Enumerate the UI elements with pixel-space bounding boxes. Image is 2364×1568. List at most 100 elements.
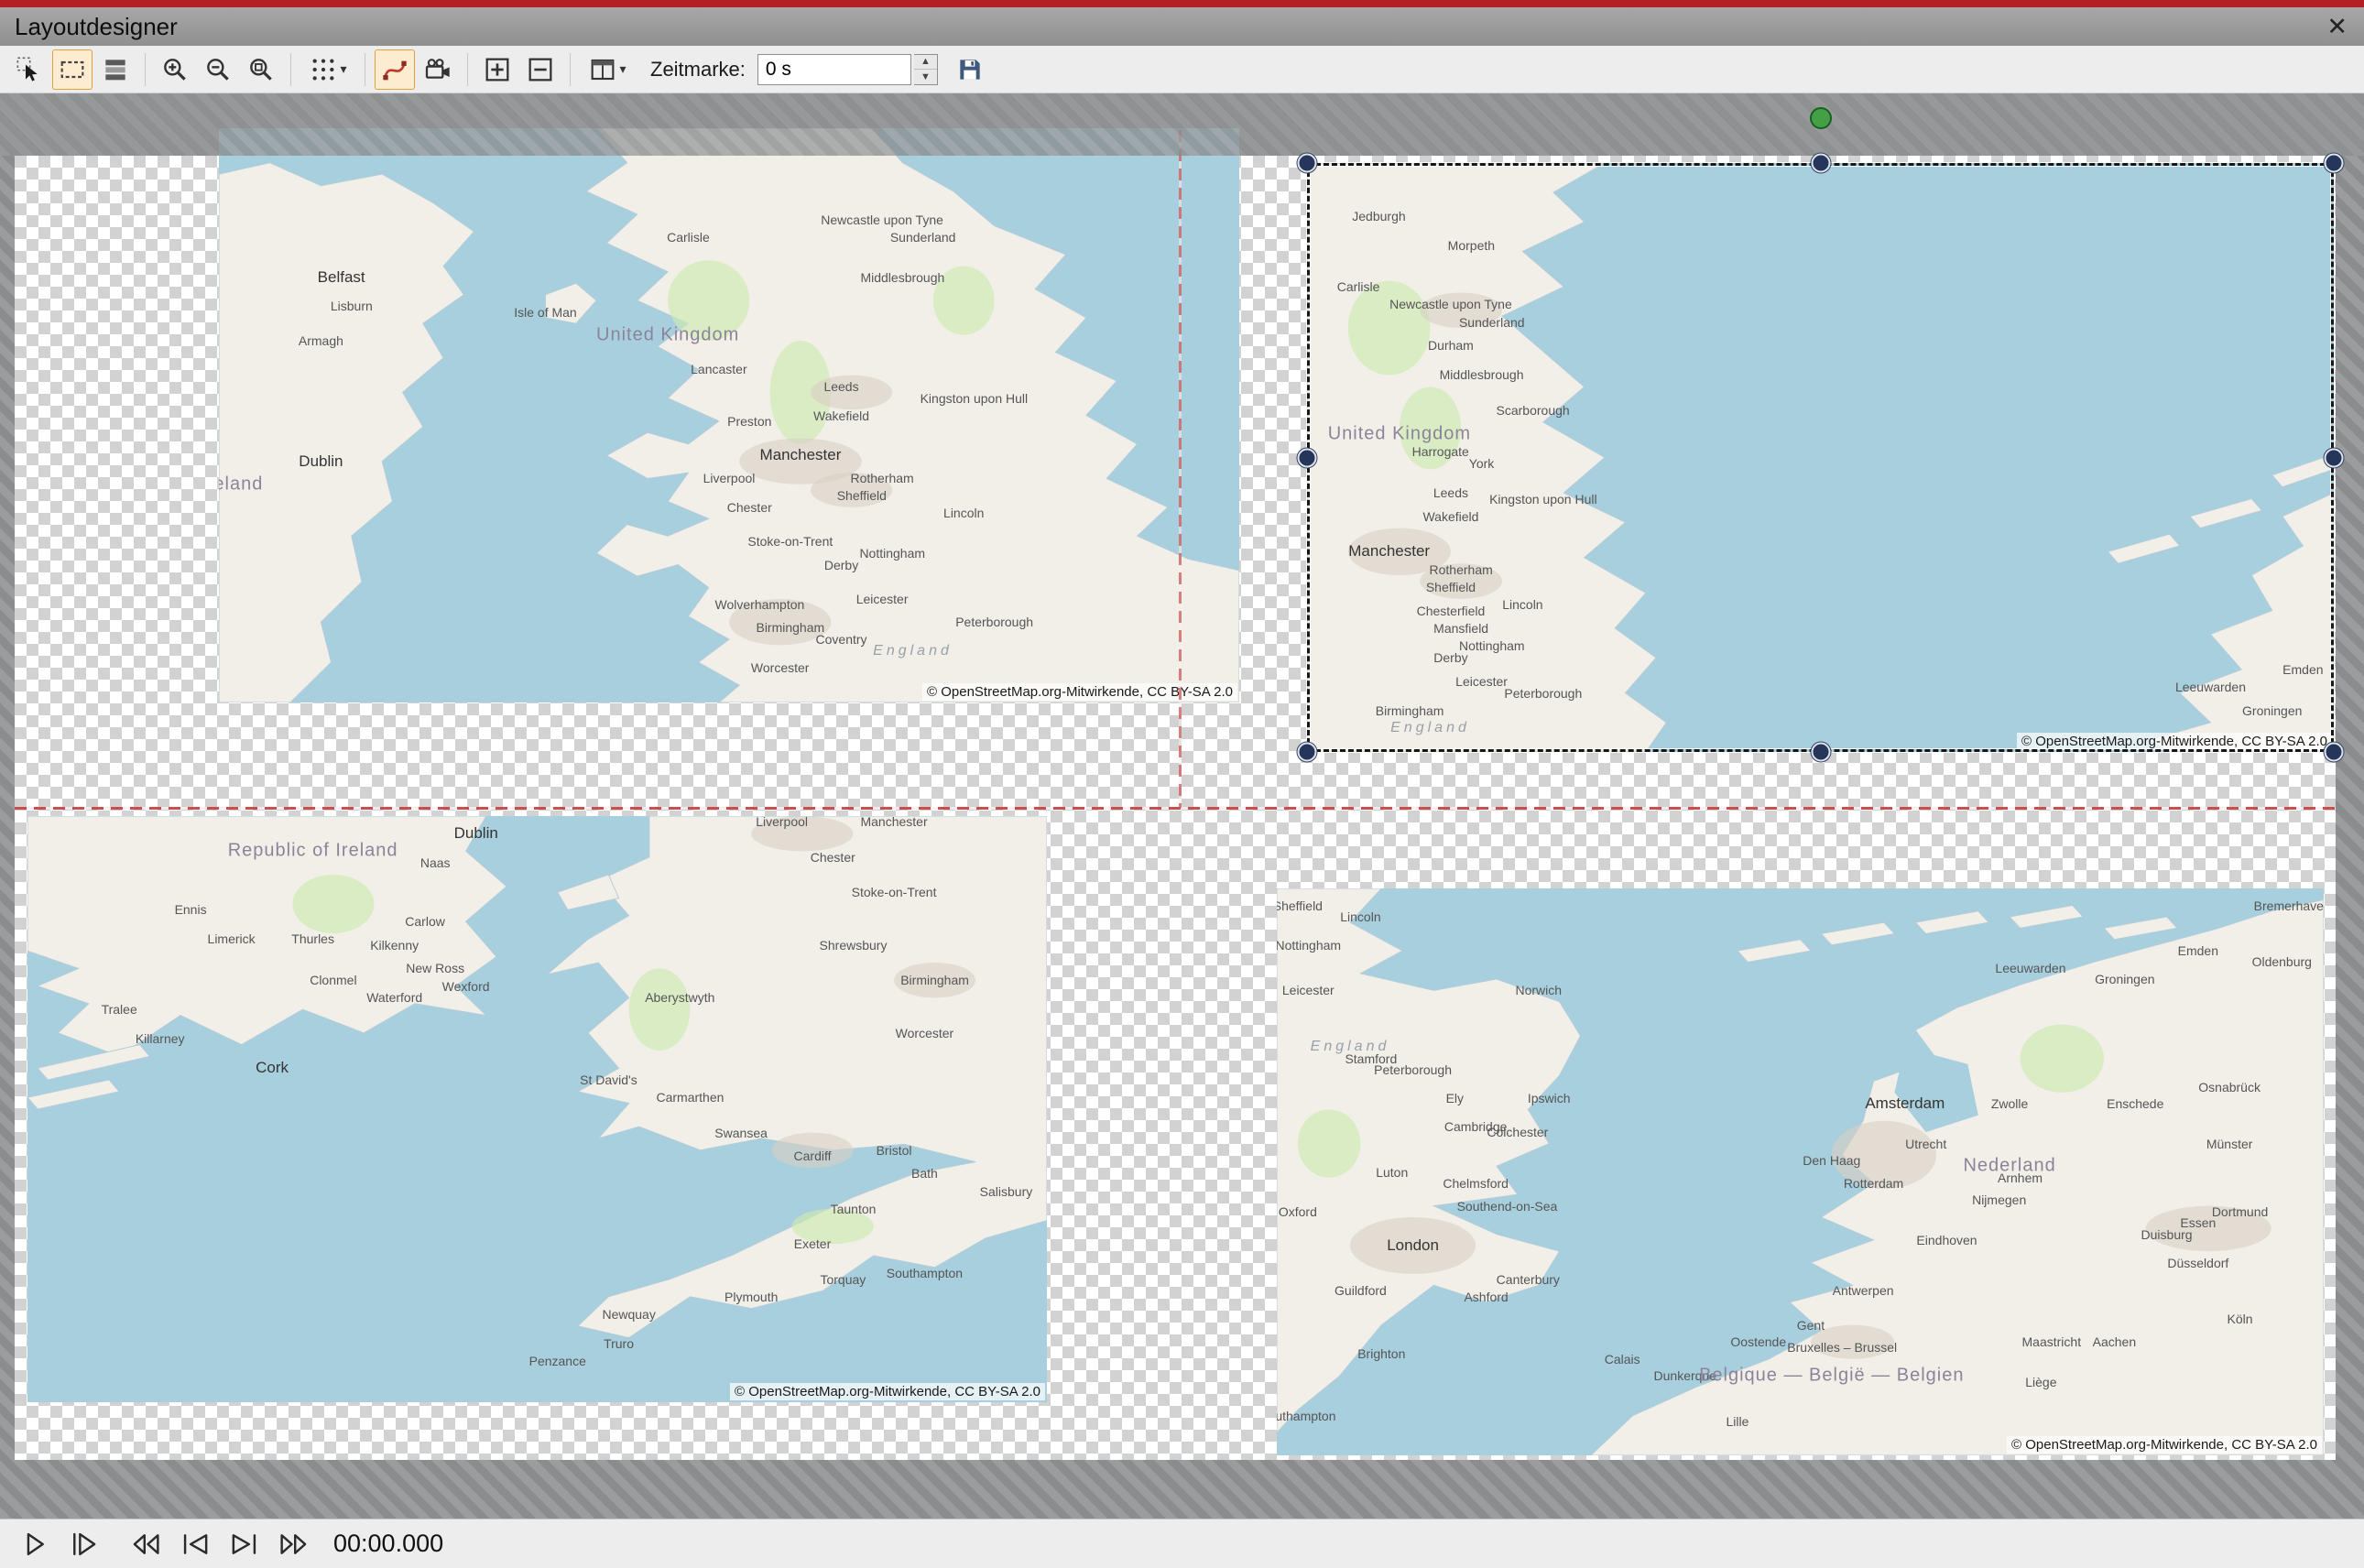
map-place-label: Osnabrück — [2198, 1080, 2261, 1094]
map-place-label: Ipswich — [1528, 1091, 1571, 1105]
play-from-timemark-button[interactable] — [62, 1523, 104, 1565]
map-place-label: Lincoln — [1340, 909, 1380, 924]
select-tool-button[interactable] — [9, 49, 49, 90]
map-place-label: Clonmel — [310, 973, 356, 987]
resize-handle-se[interactable] — [2325, 743, 2344, 762]
zeitmarke-label: Zeitmarke: — [650, 58, 746, 82]
minus-box-icon — [526, 55, 555, 84]
go-to-end-button[interactable] — [223, 1523, 266, 1565]
resize-handle-ne[interactable] — [2325, 154, 2344, 173]
map-place-label: Luton — [1376, 1165, 1408, 1180]
map-place-label: Dublin — [299, 452, 343, 471]
map-place-label: Peterborough — [1504, 686, 1582, 701]
resize-handle-n[interactable] — [1812, 154, 1831, 173]
resize-handle-s[interactable] — [1812, 743, 1831, 762]
map-place-label: Taunton — [831, 1202, 877, 1216]
map-place-label: Peterborough — [955, 615, 1033, 629]
map-place-label: Ennis — [175, 902, 207, 917]
map-place-label: Carlisle — [1337, 279, 1380, 294]
map-place-label: Birmingham — [1376, 703, 1444, 718]
close-icon[interactable]: ✕ — [2326, 7, 2348, 46]
map-place-label: Liverpool — [756, 816, 808, 829]
map-place-label: Wakefield — [1422, 509, 1478, 524]
save-button[interactable] — [950, 49, 990, 90]
map-place-label: Tralee — [102, 1002, 137, 1017]
map-place-label: Carlow — [405, 914, 445, 929]
layout-image-3[interactable]: Republic of IrelandDublinNaasCarlowKilke… — [27, 816, 1047, 1402]
add-keyframe-button[interactable] — [477, 49, 517, 90]
motion-path-tool-button[interactable] — [375, 49, 415, 90]
zoom-out-button[interactable] — [198, 49, 238, 90]
resize-handle-w[interactable] — [1298, 449, 1317, 468]
map-place-label: Republic of Ireland — [228, 841, 398, 862]
map-place-label: England — [1390, 720, 1470, 736]
play-icon — [18, 1529, 49, 1560]
rewind-button[interactable] — [125, 1523, 167, 1565]
play-button[interactable] — [13, 1523, 55, 1565]
marquee-tool-button[interactable] — [52, 49, 93, 90]
go-to-start-button[interactable] — [174, 1523, 216, 1565]
osm-attribution: © OpenStreetMap.org-Mitwirkende, CC BY-S… — [2017, 733, 2332, 750]
marquee-icon — [58, 55, 87, 84]
map-place-label: Nederland — [1963, 1156, 2055, 1177]
spinner-up-button[interactable]: ▲ — [914, 55, 937, 71]
layout-options-button[interactable]: ▾ — [580, 49, 635, 90]
forward-button[interactable] — [273, 1523, 315, 1565]
map-place-label: Nottingham — [859, 546, 925, 561]
layers-icon — [101, 55, 130, 84]
remove-keyframe-button[interactable] — [520, 49, 561, 90]
map-place-label: Arnhem — [1998, 1171, 2043, 1185]
map-place-label: Köln — [2228, 1312, 2253, 1326]
spinner-down-button[interactable]: ▼ — [914, 70, 937, 84]
map-place-label: Worcester — [751, 660, 810, 675]
map-place-label: Dublin — [454, 824, 498, 843]
map-place-label: Chester — [811, 850, 855, 865]
layers-tool-button[interactable] — [95, 49, 136, 90]
layout-image-1[interactable]: United KingdomRepublic of IrelandBelfast… — [219, 128, 1239, 702]
map-4-labels: SheffieldLincolnNottinghamLeicesterEngla… — [1277, 888, 2324, 1455]
map-place-label: Den Haag — [1803, 1153, 1860, 1168]
map-place-label: Chester — [727, 500, 772, 515]
map-place-label: Salisbury — [980, 1184, 1033, 1199]
zoom-in-icon — [160, 55, 190, 84]
zoom-out-icon — [203, 55, 233, 84]
zoom-in-button[interactable] — [155, 49, 195, 90]
map-place-label: Dunkerque — [1654, 1368, 1717, 1383]
map-place-label: Groningen — [2242, 703, 2302, 718]
zoom-fit-button[interactable] — [241, 49, 281, 90]
map-place-label: Limerick — [208, 931, 256, 946]
map-place-label: Emden — [2282, 662, 2323, 677]
map-place-label: Maastricht — [2022, 1334, 2082, 1349]
zeitmarke-input[interactable] — [757, 54, 911, 85]
map-place-label: Southend-on-Sea — [1457, 1199, 1558, 1214]
map-place-label: Münster — [2206, 1137, 2253, 1151]
camera-icon — [423, 55, 452, 84]
map-place-label: Eindhoven — [1916, 1233, 1977, 1247]
map-place-label: Shrewsbury — [820, 938, 888, 953]
map-place-label: Lancaster — [691, 362, 746, 376]
timecode-display: 00:00.000 — [333, 1530, 443, 1558]
map-place-label: Brighton — [1357, 1346, 1405, 1361]
toolbar-separator — [145, 53, 146, 86]
resize-handle-e[interactable] — [2325, 449, 2344, 468]
map-place-label: Newcastle upon Tyne — [821, 212, 943, 227]
layout-image-4[interactable]: SheffieldLincolnNottinghamLeicesterEngla… — [1277, 888, 2324, 1455]
resize-handle-nw[interactable] — [1298, 154, 1317, 173]
map-place-label: England — [1311, 1039, 1390, 1055]
map-place-label: Canterbury — [1497, 1272, 1560, 1287]
map-place-label: Antwerpen — [1833, 1283, 1894, 1298]
camera-tool-button[interactable] — [418, 49, 458, 90]
layout-image-2-selected[interactable]: United KingdomJedburghMorpethCarlisleNew… — [1307, 163, 2334, 752]
osm-attribution: © OpenStreetMap.org-Mitwirkende, CC BY-S… — [922, 683, 1237, 701]
rotation-handle[interactable] — [1810, 107, 1832, 129]
map-place-label: Duisburg — [2141, 1227, 2193, 1242]
map-place-label: Worcester — [896, 1026, 954, 1040]
map-place-label: Belgique — België — Belgien — [1699, 1366, 1964, 1387]
map-place-label: Aberystwyth — [645, 990, 714, 1005]
layout-canvas[interactable]: United KingdomRepublic of IrelandBelfast… — [0, 93, 2364, 1519]
map-place-label: Harrogate — [1412, 444, 1469, 459]
plus-box-icon — [483, 55, 512, 84]
grid-tool-button[interactable]: ▾ — [300, 49, 355, 90]
map-place-label: Bath — [911, 1166, 938, 1181]
resize-handle-sw[interactable] — [1298, 743, 1317, 762]
